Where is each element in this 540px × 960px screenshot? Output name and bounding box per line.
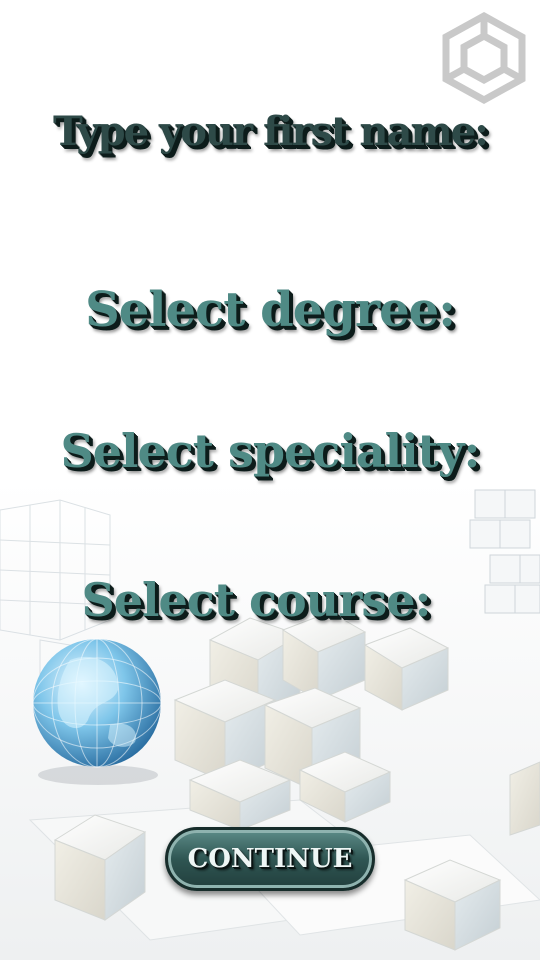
- hexagon-logo-icon: [442, 12, 526, 104]
- degree-label: Select degree:: [85, 282, 456, 338]
- course-label: Select course:: [81, 573, 431, 627]
- speciality-label: Select speciality:: [60, 424, 480, 478]
- first-name-label: Type your first name:: [53, 108, 489, 155]
- continue-button-label: CONTINUE: [187, 844, 353, 874]
- continue-button[interactable]: CONTINUE: [165, 827, 375, 891]
